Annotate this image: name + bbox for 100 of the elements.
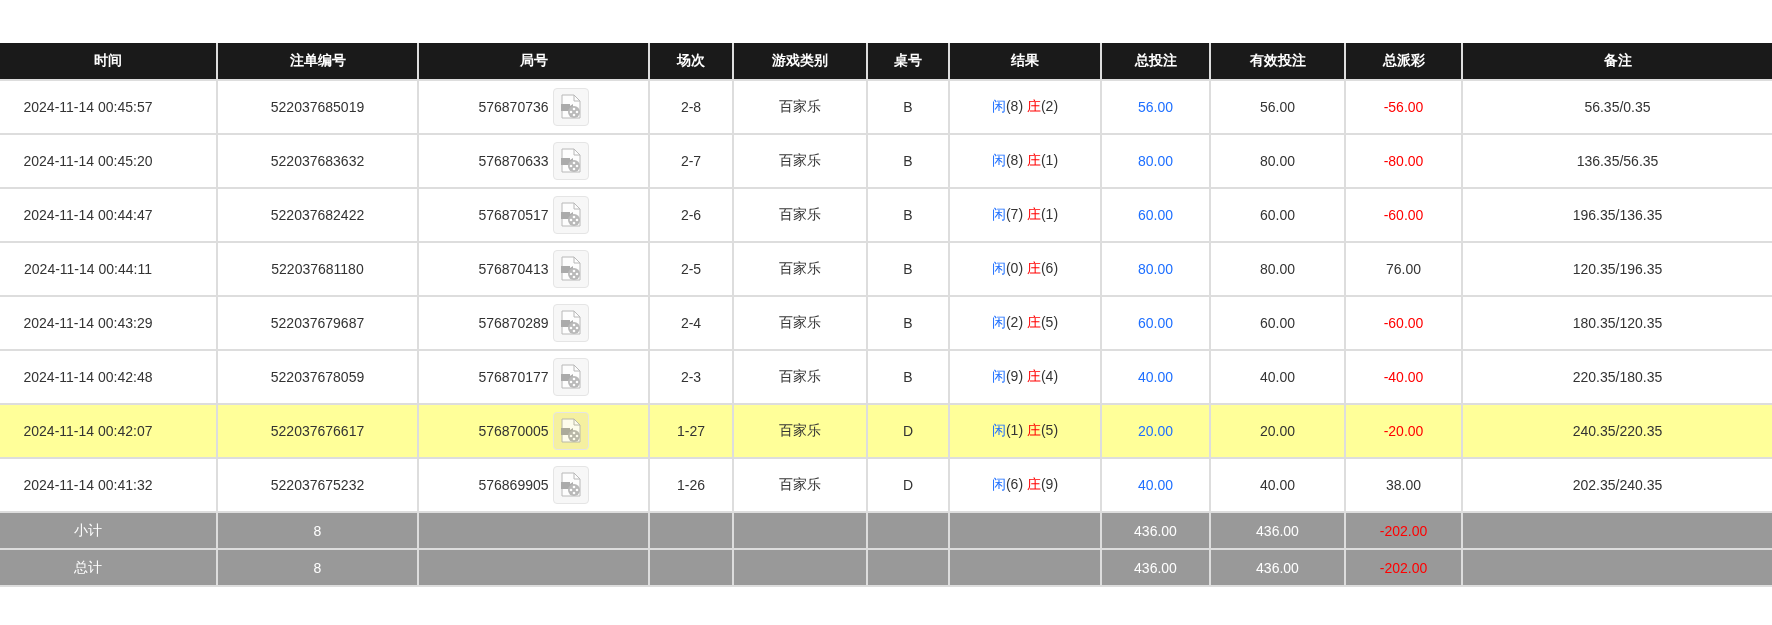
column-header: 游戏类别 <box>733 43 867 80</box>
time-cell: 2024-11-14 00:43:29 <box>0 296 217 350</box>
valid-bet-cell: 80.00 <box>1210 242 1345 296</box>
payout-amount: -202.00 <box>1379 522 1428 539</box>
column-header: 结果 <box>949 43 1101 80</box>
video-file-icon <box>558 94 583 120</box>
payout-amount: -20.00 <box>1383 423 1424 439</box>
video-replay-button[interactable] <box>552 88 589 126</box>
time-cell: 2024-11-14 00:42:07 <box>0 404 217 458</box>
table-row[interactable]: 2024-11-14 00:43:29 522037679687 576870289 2-4 百家乐 B 闲(2) 庄(5) 60.00 60.00 -60.00 180.35/120.35 <box>0 296 1772 350</box>
column-header: 注单编号 <box>217 43 418 80</box>
column-header: 场次 <box>649 43 733 80</box>
video-file-icon <box>558 364 583 390</box>
table-number-cell: B <box>867 242 949 296</box>
table-row[interactable]: 2024-11-14 00:44:11 522037681180 576870413 2-5 百家乐 B 闲(0) 庄(6) 80.00 80.00 76.00 120.35/196.35 <box>0 242 1772 296</box>
round-number: 576869905 <box>478 477 549 493</box>
column-header: 时间 <box>0 43 217 80</box>
session-cell: 1-27 <box>649 404 733 458</box>
video-file-icon <box>558 310 583 336</box>
bet-number-cell: 522037676617 <box>217 404 418 458</box>
session-cell: 2-5 <box>649 242 733 296</box>
result-cell: 闲(1) 庄(5) <box>949 404 1101 458</box>
table-row[interactable]: 2024-11-14 00:44:47 522037682422 576870517 2-6 百家乐 B 闲(7) 庄(1) 60.00 60.00 -60.00 196.35/136.35 <box>0 188 1772 242</box>
round-number: 576870517 <box>478 207 549 223</box>
bet-number-cell: 522037685019 <box>217 80 418 134</box>
session-cell: 2-7 <box>649 134 733 188</box>
time-cell: 2024-11-14 00:44:47 <box>0 188 217 242</box>
note-cell: 56.35/0.35 <box>1462 80 1772 134</box>
result-cell: 闲(8) 庄(2) <box>949 80 1101 134</box>
video-file-icon <box>558 256 583 282</box>
round-number: 576870289 <box>478 315 549 331</box>
payout-amount: -80.00 <box>1383 153 1424 169</box>
video-file-icon <box>558 202 583 228</box>
video-file-icon <box>558 418 583 444</box>
valid-bet-cell: 60.00 <box>1210 188 1345 242</box>
time-cell: 2024-11-14 00:45:20 <box>0 134 217 188</box>
game-type-cell: 百家乐 <box>733 404 867 458</box>
payout-amount: -56.00 <box>1383 99 1424 115</box>
count-cell: 8 <box>217 549 418 586</box>
table-row[interactable]: 2024-11-14 00:42:07 522037676617 576870005 1-27 百家乐 D 闲(1) 庄(5) 20.00 20.00 -20.00 240.35/220.35 <box>0 404 1772 458</box>
summary-label-cell: 小计 <box>0 512 217 549</box>
video-replay-button[interactable] <box>552 142 589 180</box>
total-bet-cell: 20.00 <box>1101 404 1210 458</box>
session-cell: 2-4 <box>649 296 733 350</box>
payout-amount: -60.00 <box>1383 207 1424 223</box>
table-number-cell: B <box>867 134 949 188</box>
result-cell: 闲(8) 庄(1) <box>949 134 1101 188</box>
total-bet-cell: 80.00 <box>1101 134 1210 188</box>
table-number-cell: B <box>867 188 949 242</box>
payout-amount: 76.00 <box>1385 261 1421 277</box>
total-bet-cell: 60.00 <box>1101 188 1210 242</box>
column-header: 桌号 <box>867 43 949 80</box>
total-bet-cell: 56.00 <box>1101 80 1210 134</box>
game-type-cell: 百家乐 <box>733 188 867 242</box>
table-number-cell: B <box>867 296 949 350</box>
bet-number-cell: 522037683632 <box>217 134 418 188</box>
summary-label-cell: 总计 <box>0 549 217 586</box>
valid-bet-cell: 436.00 <box>1210 512 1345 549</box>
note-cell: 240.35/220.35 <box>1462 404 1772 458</box>
table-number-cell: B <box>867 80 949 134</box>
video-replay-button[interactable] <box>552 466 589 504</box>
payout-amount: -60.00 <box>1383 315 1424 331</box>
video-replay-button[interactable] <box>552 358 589 396</box>
valid-bet-cell: 80.00 <box>1210 134 1345 188</box>
round-number: 576870413 <box>478 261 549 277</box>
table-number-cell: D <box>867 404 949 458</box>
game-type-cell: 百家乐 <box>733 134 867 188</box>
table-row[interactable]: 2024-11-14 00:45:57 522037685019 576870736 2-8 百家乐 B 闲(8) 庄(2) 56.00 56.00 -56.00 56.35/0.35 <box>0 80 1772 134</box>
round-number: 576870736 <box>478 99 549 115</box>
time-cell: 2024-11-14 00:45:57 <box>0 80 217 134</box>
bet-number-cell: 522037681180 <box>217 242 418 296</box>
video-replay-button[interactable] <box>552 250 589 288</box>
count-cell: 8 <box>217 512 418 549</box>
video-replay-button[interactable] <box>552 196 589 234</box>
payout-amount: 38.00 <box>1385 477 1421 493</box>
valid-bet-cell: 20.00 <box>1210 404 1345 458</box>
video-file-icon <box>558 148 583 174</box>
bet-number-cell: 522037682422 <box>217 188 418 242</box>
column-header: 总派彩 <box>1345 43 1462 80</box>
session-cell: 2-8 <box>649 80 733 134</box>
valid-bet-cell: 56.00 <box>1210 80 1345 134</box>
total-bet-cell: 60.00 <box>1101 296 1210 350</box>
round-number: 576870005 <box>478 423 549 439</box>
column-header: 总投注 <box>1101 43 1210 80</box>
result-cell: 闲(2) 庄(5) <box>949 296 1101 350</box>
game-type-cell: 百家乐 <box>733 296 867 350</box>
valid-bet-cell: 436.00 <box>1210 549 1345 586</box>
table-row[interactable]: 2024-11-14 00:45:20 522037683632 576870633 2-7 百家乐 B 闲(8) 庄(1) 80.00 80.00 -80.00 136.35/56.35 <box>0 134 1772 188</box>
valid-bet-cell: 60.00 <box>1210 296 1345 350</box>
video-file-icon <box>558 472 583 498</box>
result-cell: 闲(7) 庄(1) <box>949 188 1101 242</box>
video-replay-button[interactable] <box>552 412 589 450</box>
round-number: 576870177 <box>478 369 549 385</box>
time-cell: 2024-11-14 00:44:11 <box>0 242 217 296</box>
result-cell: 闲(0) 庄(6) <box>949 242 1101 296</box>
bet-number-cell: 522037679687 <box>217 296 418 350</box>
column-header: 有效投注 <box>1210 43 1345 80</box>
video-replay-button[interactable] <box>552 304 589 342</box>
round-number: 576870633 <box>478 153 549 169</box>
total-bet-cell: 436.00 <box>1101 512 1210 549</box>
